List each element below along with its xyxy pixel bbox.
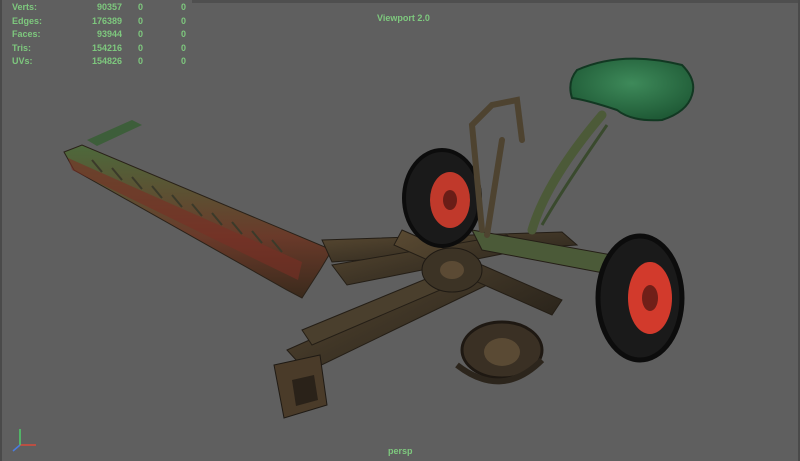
xyz-axis-gizmo-icon — [12, 429, 36, 452]
mower-model[interactable] — [2, 0, 800, 461]
camera-name-label: persp — [388, 446, 413, 456]
tractor-seat — [569, 57, 695, 122]
left-wheel — [402, 148, 482, 248]
cutter-bar — [63, 120, 333, 299]
gear-housing — [421, 247, 483, 293]
seat-post — [527, 110, 609, 235]
drive-pulley — [455, 320, 545, 385]
maya-viewport[interactable]: Verts: 90357 0 0 Edges: 176389 0 0 Faces… — [0, 0, 800, 461]
right-wheel — [595, 233, 685, 363]
control-levers — [468, 96, 525, 238]
front-housing — [273, 354, 328, 419]
